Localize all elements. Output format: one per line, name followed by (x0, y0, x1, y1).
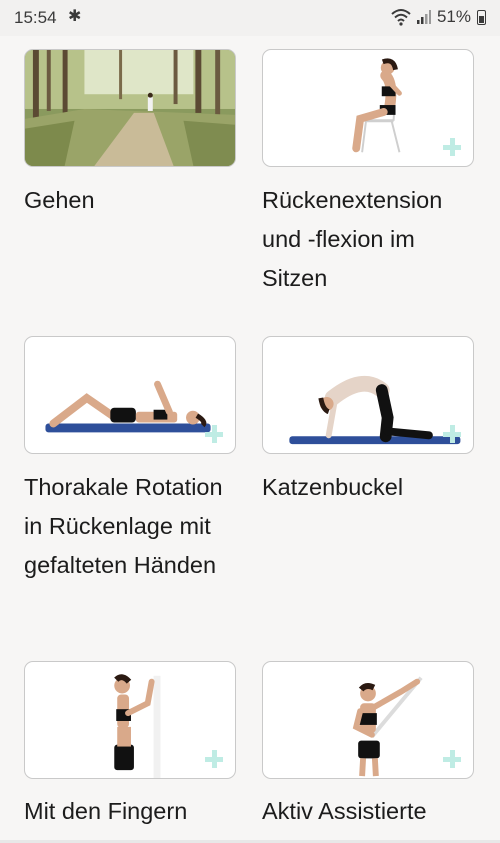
status-right: 51% (391, 7, 486, 27)
exercise-card-aktiv-assistierte[interactable] (262, 661, 474, 779)
add-icon[interactable] (443, 425, 461, 443)
bluetooth-icon: ✱ (68, 8, 82, 25)
exercise-title[interactable]: Thorakale Rotation in Rückenlage mit gef… (24, 468, 239, 585)
status-time: 15:54 (14, 8, 57, 27)
exercise-card-rueckenextension[interactable] (262, 49, 474, 167)
add-icon[interactable] (205, 425, 223, 443)
exercise-title[interactable]: Mit den Fingern (24, 792, 239, 831)
exercise-card-mit-den-fingern[interactable] (24, 661, 236, 779)
exercise-title[interactable]: Katzenbuckel (262, 468, 477, 507)
forest-walk-photo (25, 50, 235, 166)
add-icon[interactable] (443, 138, 461, 156)
stick-assisted-exercise (352, 676, 423, 777)
wifi-icon (391, 9, 411, 26)
cat-cow-mat-exercise (289, 375, 461, 445)
seated-chair-exercise (352, 58, 402, 153)
exercise-card-thorakale-rotation[interactable] (24, 336, 236, 454)
exercise-title[interactable]: Rückenextension und -flexion im Sitzen (262, 181, 477, 298)
exercise-title[interactable]: Gehen (24, 181, 239, 220)
exercise-card-gehen[interactable] (24, 49, 236, 167)
signal-icon (416, 10, 431, 24)
battery-percent: 51% (436, 7, 471, 26)
battery-icon (477, 9, 486, 25)
exercise-title[interactable]: Aktiv Assistierte (262, 792, 477, 831)
add-icon[interactable] (205, 750, 223, 768)
add-icon[interactable] (443, 750, 461, 768)
exercise-card-katzenbuckel[interactable] (262, 336, 474, 454)
supine-mat-exercise (45, 380, 211, 433)
standing-wall-exercise (114, 674, 161, 778)
status-bar: 15:54 ✱ 51% (0, 0, 500, 36)
